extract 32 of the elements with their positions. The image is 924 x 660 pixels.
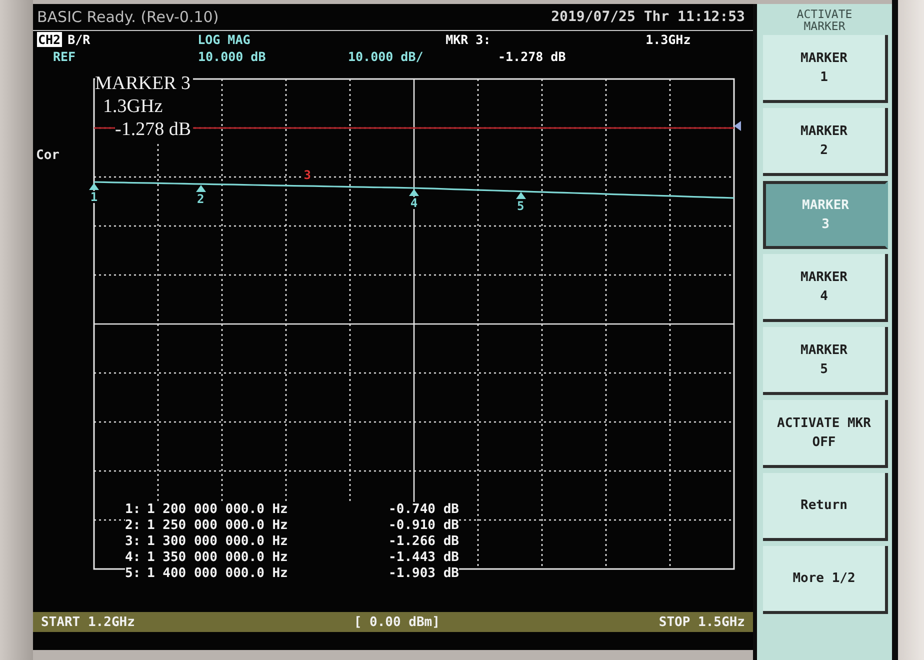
stop-frequency: STOP 1.5GHz	[658, 614, 745, 630]
reference-label: REF	[53, 49, 77, 64]
reference-pointer-icon	[734, 121, 741, 131]
softkey-menu-title: ACTIVATE MARKER	[796, 6, 854, 35]
marker-readout-text: 1.3GHz	[103, 95, 165, 118]
softkey-button[interactable]: MARKER 4	[763, 254, 888, 322]
marker-frequency: 1 250 000 000.0 Hz	[147, 518, 347, 534]
start-frequency: START 1.2GHz	[41, 614, 135, 630]
status-text: BASIC Ready. (Rev-0.10)	[37, 8, 219, 26]
marker-readout-text: -1.278 dB	[115, 118, 193, 141]
measurement-label: B/R	[68, 32, 92, 47]
marker-label: MKR 3:	[446, 32, 492, 47]
date-time: 2019/07/25 Thr 11:12:53	[551, 9, 745, 25]
format-label: LOG MAG	[198, 32, 252, 47]
scale-value: 10.000 dB/	[348, 49, 424, 64]
channel-badge: CH2	[37, 32, 62, 47]
correction-label: Cor	[36, 148, 60, 164]
marker-value: -1.278 dB	[498, 49, 566, 64]
softkey-button[interactable]: More 1/2	[763, 546, 888, 614]
softkey-button[interactable]: MARKER 2	[763, 108, 888, 176]
marker-frequency: 1.3GHz	[646, 32, 691, 47]
reference-value: 10.000 dB	[198, 49, 267, 64]
marker-value: -1.443 dB	[347, 550, 459, 566]
marker-value: -0.910 dB	[347, 518, 459, 534]
power-level: [ 0.00 dBm]	[354, 614, 440, 630]
softkey-button[interactable]: ACTIVATE MKR OFF	[763, 400, 888, 468]
softkey-button[interactable]: MARKER 5	[763, 327, 888, 395]
trace-marker: 3	[302, 168, 313, 181]
softkey-button[interactable]: Return	[763, 473, 888, 541]
softkey-button[interactable]: MARKER 1	[763, 35, 888, 103]
marker-value: -1.266 dB	[347, 534, 459, 550]
marker-value: -0.740 dB	[347, 502, 459, 518]
